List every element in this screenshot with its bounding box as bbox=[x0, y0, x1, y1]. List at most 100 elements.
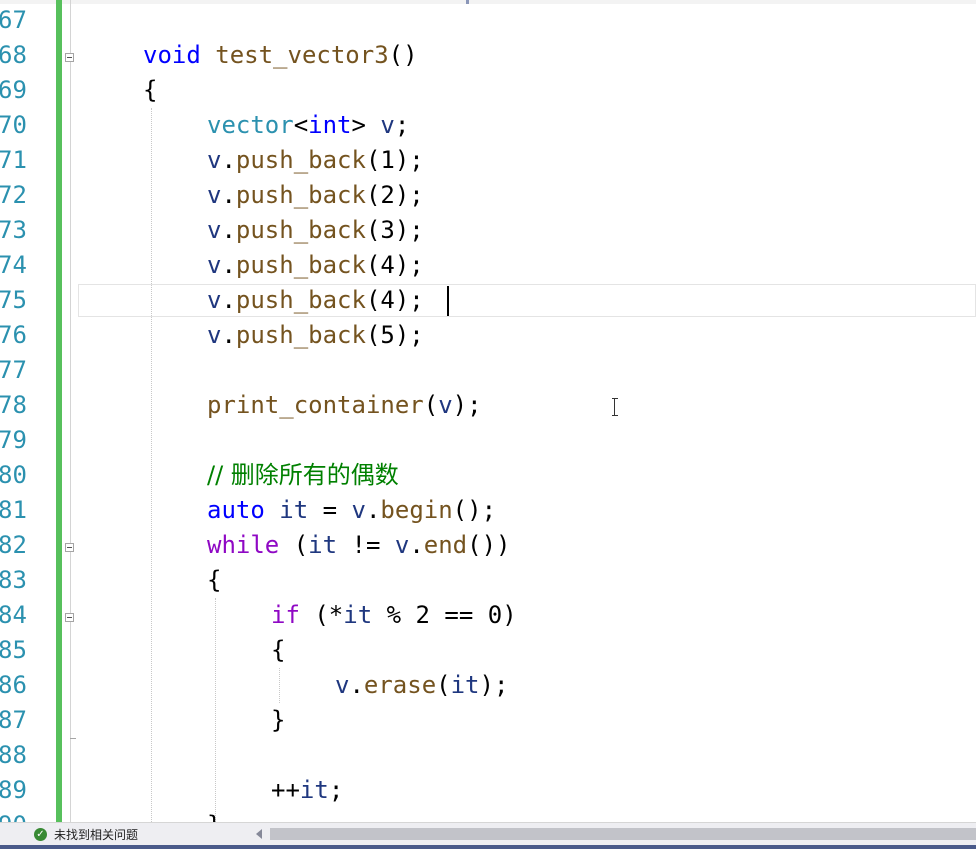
line-number: 77 bbox=[0, 356, 27, 384]
variable: it bbox=[299, 776, 329, 804]
operator: = bbox=[308, 496, 352, 524]
punctuation: ; bbox=[328, 776, 344, 804]
line-number: 90 bbox=[0, 808, 32, 822]
function-name: push_back bbox=[235, 286, 366, 314]
punctuation: . bbox=[221, 216, 236, 244]
issues-status-text[interactable]: 未找到相关问题 bbox=[54, 826, 138, 844]
type-name: vector bbox=[207, 111, 294, 139]
line-number: 73 bbox=[0, 216, 27, 244]
code-line-85: { bbox=[271, 636, 286, 664]
change-tracking-bar bbox=[56, 0, 62, 822]
function-name: print_container bbox=[207, 391, 424, 419]
expression: % 2 == 0) bbox=[372, 601, 517, 629]
punctuation: . bbox=[221, 146, 236, 174]
code-line-80-comment: // 删除所有的偶数 bbox=[207, 461, 399, 489]
keyword: auto bbox=[207, 496, 265, 524]
code-line-73: v.push_back(3); bbox=[207, 213, 424, 248]
punctuation: . bbox=[221, 321, 236, 349]
line-number: 75 bbox=[0, 286, 27, 314]
collapse-toggle-icon[interactable] bbox=[65, 53, 74, 62]
line-number: 71 bbox=[0, 146, 27, 174]
line-number: 70 bbox=[0, 111, 27, 139]
punctuation: ( bbox=[436, 671, 451, 699]
line-number-gutter: 67 68 69 70 71 72 73 74 75 76 77 78 79 8… bbox=[0, 0, 56, 822]
line-number: 82 bbox=[0, 531, 27, 559]
keyword: int bbox=[308, 111, 352, 139]
punctuation: (); bbox=[452, 496, 497, 524]
line-number: 80 bbox=[0, 461, 27, 489]
arguments: (4); bbox=[365, 286, 424, 314]
arguments: (2); bbox=[365, 181, 424, 209]
variable: v bbox=[335, 671, 350, 699]
arguments: (1); bbox=[365, 146, 424, 174]
horizontal-scrollbar-thumb[interactable] bbox=[270, 828, 976, 840]
top-bar-marker bbox=[466, 0, 469, 4]
collapse-toggle-icon[interactable] bbox=[65, 543, 74, 552]
scroll-left-arrow-icon[interactable] bbox=[256, 829, 262, 839]
code-line-70: vector<int> v; bbox=[207, 108, 409, 143]
code-line-74: v.push_back(4); bbox=[207, 248, 424, 283]
code-line-71: v.push_back(1); bbox=[207, 143, 424, 178]
line-number: 85 bbox=[0, 636, 27, 664]
operator: ++ bbox=[271, 776, 300, 804]
fold-end-marker bbox=[70, 738, 76, 739]
arguments: (3); bbox=[365, 216, 424, 244]
punctuation: () bbox=[388, 41, 418, 69]
function-name: erase bbox=[363, 671, 437, 699]
line-number: 67 bbox=[0, 6, 27, 34]
variable: it bbox=[450, 671, 480, 699]
punctuation: ); bbox=[479, 671, 509, 699]
line-number: 78 bbox=[0, 391, 27, 419]
code-line-90: } bbox=[207, 808, 221, 822]
line-number: 74 bbox=[0, 251, 27, 279]
variable: it bbox=[279, 496, 309, 524]
keyword: if bbox=[271, 601, 300, 629]
variable: v bbox=[394, 531, 410, 559]
variable: v bbox=[207, 181, 222, 209]
line-number: 87 bbox=[0, 706, 27, 734]
arguments: (5); bbox=[365, 321, 424, 349]
code-line-72: v.push_back(2); bbox=[207, 178, 424, 213]
punctuation: ( bbox=[279, 531, 309, 559]
function-name: begin bbox=[380, 496, 453, 524]
variable: v bbox=[380, 111, 395, 139]
punctuation: (* bbox=[299, 601, 344, 629]
code-editor[interactable]: 67 68 69 70 71 72 73 74 75 76 77 78 79 8… bbox=[0, 0, 976, 822]
punctuation: . bbox=[349, 671, 364, 699]
punctuation: > bbox=[351, 111, 366, 139]
variable: v bbox=[207, 321, 222, 349]
line-number: 72 bbox=[0, 181, 27, 209]
code-line-69: { bbox=[143, 76, 158, 104]
outline-margin-line bbox=[70, 0, 71, 822]
line-number: 68 bbox=[0, 41, 27, 69]
variable: v bbox=[351, 496, 366, 524]
line-number: 83 bbox=[0, 566, 27, 594]
code-line-78: print_container(v); bbox=[207, 388, 482, 423]
punctuation: < bbox=[293, 111, 309, 139]
punctuation: . bbox=[409, 531, 424, 559]
editor-top-bar bbox=[0, 0, 976, 4]
code-line-81: auto it = v.begin(); bbox=[207, 493, 496, 528]
line-number: 86 bbox=[0, 671, 27, 699]
code-line-89: ++it; bbox=[271, 773, 343, 808]
code-line-86: v.erase(it); bbox=[335, 668, 508, 703]
line-number: 84 bbox=[0, 601, 27, 629]
punctuation: ( bbox=[423, 391, 439, 419]
punctuation: . bbox=[221, 181, 236, 209]
indent-guide bbox=[151, 108, 152, 822]
code-line-68: void test_vector3() bbox=[143, 38, 418, 73]
function-name: push_back bbox=[235, 321, 366, 349]
collapse-toggle-icon[interactable] bbox=[65, 613, 74, 622]
code-line-83: { bbox=[207, 566, 222, 594]
arguments: (4); bbox=[365, 251, 424, 279]
punctuation: ()) bbox=[467, 531, 511, 559]
variable: it bbox=[343, 601, 373, 629]
code-line-84: if (*it % 2 == 0) bbox=[271, 598, 517, 633]
line-number: 89 bbox=[0, 776, 27, 804]
check-circle-icon[interactable]: ✓ bbox=[34, 828, 47, 841]
variable: v bbox=[207, 216, 222, 244]
variable: v bbox=[438, 391, 453, 419]
variable: v bbox=[207, 286, 222, 314]
indent-guide bbox=[279, 668, 280, 703]
punctuation: ); bbox=[452, 391, 482, 419]
